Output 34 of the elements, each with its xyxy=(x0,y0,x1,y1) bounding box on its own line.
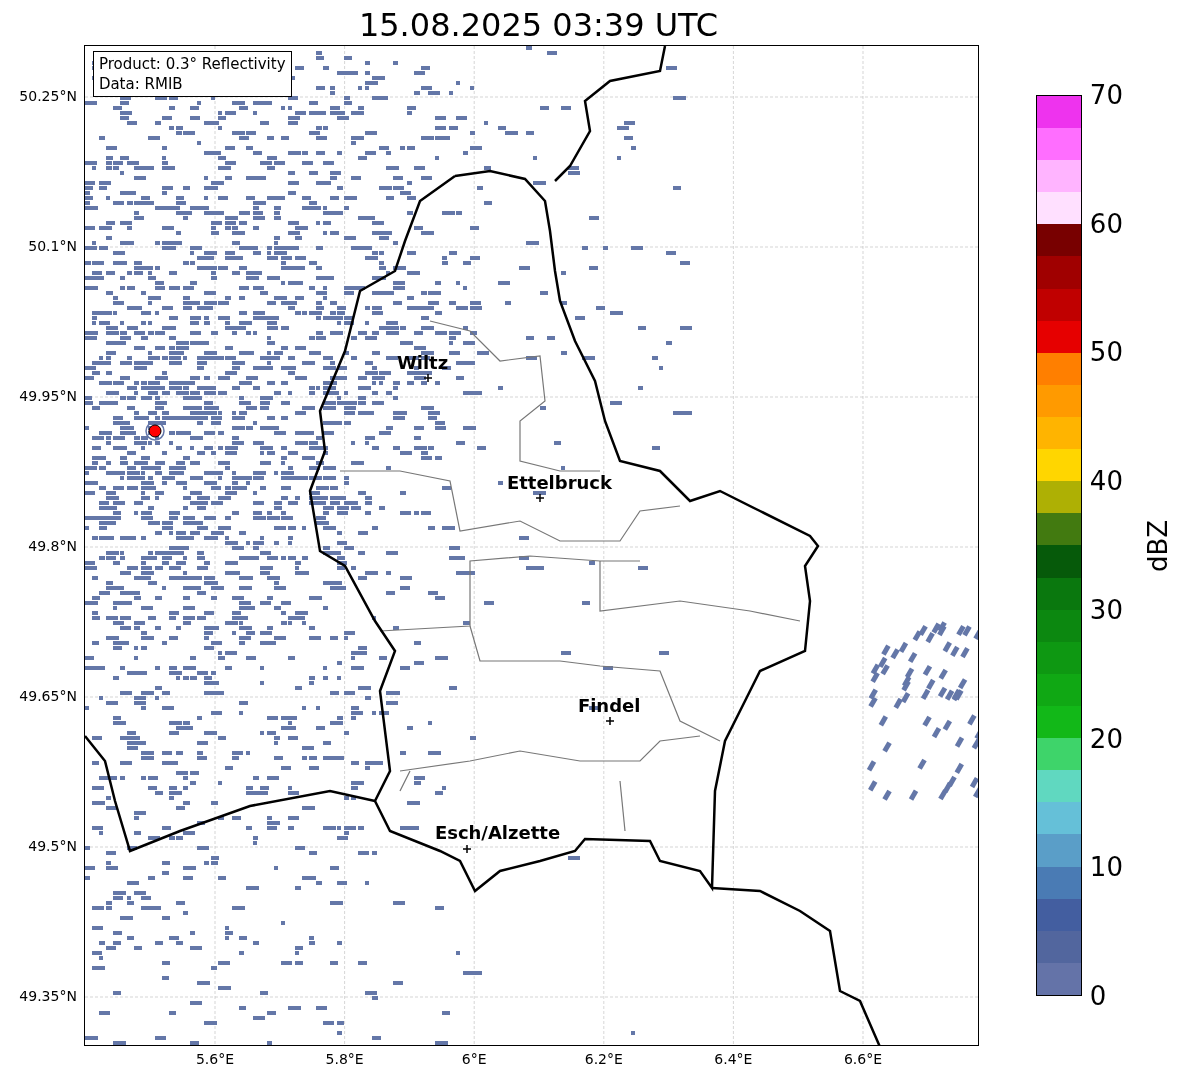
tick-label: 5.6°E xyxy=(195,1051,235,1067)
plus-marker-icon xyxy=(535,494,544,502)
tick-label: 49.8°N xyxy=(28,538,77,554)
tick-label: 0 xyxy=(1089,981,1107,1010)
tick-label: 49.35°N xyxy=(19,988,77,1004)
tick-label: 20 xyxy=(1089,724,1123,753)
plus-marker-icon xyxy=(423,374,432,382)
tick-label: 50.1°N xyxy=(28,238,77,254)
tick-label: 70 xyxy=(1089,81,1123,109)
tick-label: 10 xyxy=(1089,853,1123,882)
tick-label: 49.65°N xyxy=(19,688,77,704)
city-label: Findel xyxy=(577,696,641,716)
tick-label: 60 xyxy=(1089,209,1123,238)
city-label: Wiltz xyxy=(396,353,449,373)
tick-label: 30 xyxy=(1089,595,1123,624)
tick-label: 50.25°N xyxy=(19,88,77,104)
tick-label: 6.2°E xyxy=(584,1051,623,1067)
radar-site-icon xyxy=(144,421,165,441)
tick-label: 6.6°E xyxy=(843,1051,883,1067)
city-label: Esch/Alzette xyxy=(434,823,561,843)
tick-label: 6°E xyxy=(461,1051,487,1067)
tick-label: 6.4°E xyxy=(714,1051,753,1067)
chart-title: 15.08.2025 03:39 UTC xyxy=(358,5,719,45)
tick-label: 49.5°N xyxy=(28,838,77,854)
plus-marker-icon xyxy=(462,845,471,853)
tick-label: 40 xyxy=(1089,467,1123,496)
tick-label: 50 xyxy=(1089,338,1123,367)
info-text: Data: RMIB xyxy=(98,74,184,94)
plus-marker-icon xyxy=(605,717,614,725)
info-text: Product: 0.3° Reflectivity xyxy=(98,54,286,74)
colorbar-label: dBZ xyxy=(1143,519,1172,572)
tick-label: 5.8°E xyxy=(325,1051,364,1067)
city-label: Ettelbruck xyxy=(506,473,612,493)
tick-label: 49.95°N xyxy=(19,388,77,404)
